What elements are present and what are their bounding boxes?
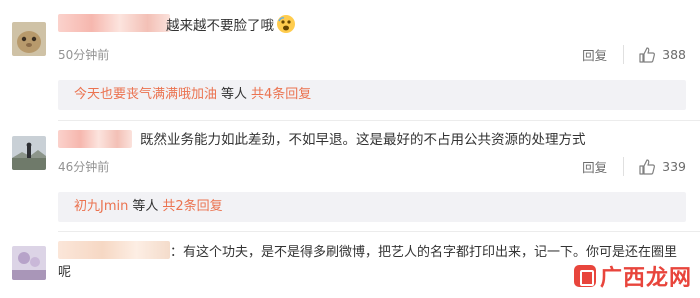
fearful-face-emoji-icon bbox=[276, 14, 296, 34]
avatar[interactable] bbox=[12, 246, 46, 280]
reply-author-link[interactable]: 初九Jmin bbox=[74, 199, 128, 214]
username-redacted[interactable] bbox=[58, 130, 132, 148]
divider bbox=[58, 120, 700, 121]
reply-etc-label: 等人 bbox=[221, 87, 248, 102]
reply-count-link[interactable]: 共4条回复 bbox=[251, 87, 311, 102]
divider bbox=[58, 231, 700, 232]
comment-time: 50分钟前 bbox=[58, 48, 110, 62]
like-count: 388 bbox=[662, 47, 686, 62]
comment-time: 46分钟前 bbox=[58, 160, 110, 174]
comment-actions: 回复 339 bbox=[582, 157, 686, 176]
thumbs-up-icon bbox=[639, 46, 656, 63]
watermark-text: 广西龙网 bbox=[599, 266, 692, 291]
reply-thread-summary: 今天也要丧气满满哦加油 等人 共4条回复 bbox=[58, 80, 686, 110]
reply-count-link[interactable]: 共2条回复 bbox=[162, 199, 222, 214]
avatar[interactable] bbox=[12, 22, 46, 56]
reply-button[interactable]: 回复 bbox=[582, 45, 625, 64]
like-button[interactable]: 339 bbox=[624, 158, 686, 176]
watermark: 广西龙网 bbox=[573, 260, 692, 292]
reply-thread-summary: 初九Jmin 等人 共2条回复 bbox=[58, 192, 686, 222]
thumbs-up-icon bbox=[639, 158, 656, 175]
like-button[interactable]: 388 bbox=[624, 46, 686, 64]
watermark-logo-icon bbox=[573, 265, 596, 287]
like-count: 339 bbox=[662, 159, 686, 174]
reply-button[interactable]: 回复 bbox=[582, 157, 625, 176]
comment-body: 越来越不要脸了哦 bbox=[166, 18, 274, 34]
avatar[interactable] bbox=[12, 136, 46, 170]
reply-author-link[interactable]: 今天也要丧气满满哦加油 bbox=[74, 87, 217, 102]
comment-actions: 回复 388 bbox=[582, 45, 686, 64]
comment-text: 既然业务能力如此差劲，不如早退。这是最好的不占用公共资源的处理方式 bbox=[140, 132, 586, 148]
reply-etc-label: 等人 bbox=[132, 199, 159, 214]
comment-text: 越来越不要脸了哦 bbox=[166, 14, 296, 36]
username-redacted[interactable] bbox=[58, 14, 170, 32]
